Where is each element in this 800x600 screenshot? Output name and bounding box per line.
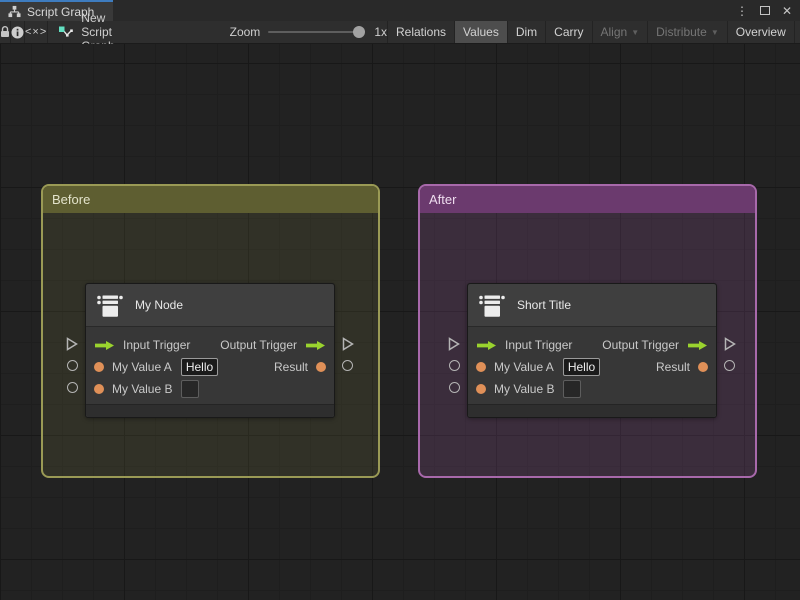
toolbar-right-buttons: Relations Values Dim Carry Align ▼ Distr… bbox=[387, 21, 800, 43]
value-port-dot-icon[interactable] bbox=[476, 384, 486, 394]
values-label: Values bbox=[463, 25, 499, 39]
unit-icon bbox=[478, 291, 506, 319]
relations-button[interactable]: Relations bbox=[387, 21, 454, 43]
align-dropdown[interactable]: Align ▼ bbox=[591, 21, 648, 43]
code-icon: <×> bbox=[25, 26, 48, 38]
overview-button[interactable]: Overview bbox=[726, 21, 794, 43]
value-a-port-icon[interactable] bbox=[67, 360, 78, 371]
trigger-row: Input Trigger Output Trigger bbox=[468, 334, 716, 356]
output-trigger-port-icon[interactable] bbox=[724, 337, 736, 351]
value-b-port-icon[interactable] bbox=[67, 382, 78, 393]
flow-arrow-icon[interactable] bbox=[94, 340, 115, 351]
dim-button[interactable]: Dim bbox=[506, 21, 545, 43]
output-trigger-label: Output Trigger bbox=[602, 338, 679, 352]
distribute-dropdown[interactable]: Distribute ▼ bbox=[647, 21, 727, 43]
maximize-icon[interactable] bbox=[759, 6, 770, 15]
unity-script-graph-window: Script Graph ⋮ ✕ <×> New Script Zoom 1x … bbox=[0, 0, 800, 600]
value-port-dot-icon[interactable] bbox=[316, 362, 326, 372]
value-b-input[interactable] bbox=[563, 380, 582, 398]
chevron-down-icon: ▼ bbox=[631, 27, 640, 37]
trigger-row: Input Trigger Output Trigger bbox=[86, 334, 334, 356]
graph-toolbar: <×> New Script Graph Zoom 1x Relations bbox=[0, 11, 800, 53]
input-trigger-port-icon[interactable] bbox=[66, 337, 78, 351]
input-trigger-port-icon[interactable] bbox=[448, 337, 460, 351]
carry-label: Carry bbox=[554, 25, 584, 39]
node-footer bbox=[86, 404, 334, 417]
node-footer bbox=[468, 404, 716, 417]
lock-icon bbox=[0, 26, 10, 38]
input-trigger-label: Input Trigger bbox=[505, 338, 573, 352]
value-port-dot-icon[interactable] bbox=[94, 362, 104, 372]
unit-icon bbox=[96, 291, 124, 319]
value-b-label: My Value B bbox=[494, 382, 555, 396]
value-port-dot-icon[interactable] bbox=[698, 362, 708, 372]
output-trigger-port-icon[interactable] bbox=[342, 337, 354, 351]
value-a-port-icon[interactable] bbox=[449, 360, 460, 371]
group-before-label: Before bbox=[52, 192, 91, 207]
script-graph-icon bbox=[57, 25, 74, 40]
value-b-row: My Value B bbox=[86, 378, 334, 400]
flow-arrow-icon[interactable] bbox=[687, 340, 708, 351]
value-port-dot-icon[interactable] bbox=[476, 362, 486, 372]
value-b-port-icon[interactable] bbox=[449, 382, 460, 393]
graph-hierarchy-icon bbox=[8, 5, 21, 18]
window-menu-icon[interactable]: ⋮ bbox=[736, 5, 748, 17]
value-a-input[interactable]: Hello bbox=[180, 358, 219, 376]
value-port-dot-icon[interactable] bbox=[94, 384, 104, 394]
value-a-input[interactable]: Hello bbox=[562, 358, 601, 376]
node-my-node[interactable]: My Node Input Trigger Output Trigger My … bbox=[66, 283, 354, 418]
group-after-header[interactable]: After bbox=[420, 186, 755, 213]
result-port-icon[interactable] bbox=[724, 360, 735, 371]
zoom-slider-handle[interactable] bbox=[353, 26, 366, 38]
group-before-header[interactable]: Before bbox=[43, 186, 378, 213]
carry-button[interactable]: Carry bbox=[545, 21, 591, 43]
tab-bar: Script Graph ⋮ ✕ bbox=[0, 0, 800, 21]
value-a-label: My Value A bbox=[494, 360, 554, 374]
chevron-down-icon: ▼ bbox=[710, 27, 719, 37]
lock-button[interactable] bbox=[0, 21, 11, 43]
graph-breadcrumb[interactable]: New Script Graph bbox=[48, 11, 124, 53]
value-b-row: My Value B bbox=[468, 378, 716, 400]
input-trigger-label: Input Trigger bbox=[123, 338, 191, 352]
zoom-value: 1x bbox=[374, 25, 387, 39]
value-a-label: My Value A bbox=[112, 360, 172, 374]
value-b-label: My Value B bbox=[112, 382, 173, 396]
dim-label: Dim bbox=[515, 25, 538, 39]
result-label: Result bbox=[273, 360, 308, 374]
zoom-slider[interactable] bbox=[268, 26, 366, 38]
node-title: Short Title bbox=[517, 298, 572, 312]
close-icon[interactable]: ✕ bbox=[782, 5, 792, 17]
flow-arrow-icon[interactable] bbox=[476, 340, 497, 351]
overview-label: Overview bbox=[735, 25, 786, 39]
value-a-row: My Value A Hello Result bbox=[86, 356, 334, 378]
align-label: Align bbox=[600, 25, 628, 39]
graph-canvas[interactable]: Before After My Node Input Trigger Outpu… bbox=[0, 44, 800, 600]
node-header[interactable]: My Node bbox=[86, 284, 334, 327]
group-after-label: After bbox=[429, 192, 457, 207]
relations-label: Relations bbox=[396, 25, 447, 39]
result-port-icon[interactable] bbox=[342, 360, 353, 371]
info-button[interactable] bbox=[11, 21, 25, 43]
node-short-title[interactable]: Short Title Input Trigger Output Trigger bbox=[448, 283, 736, 418]
distribute-label: Distribute bbox=[656, 25, 707, 39]
fullscreen-button[interactable]: Full Scr bbox=[793, 21, 800, 43]
value-a-row: My Value A Hello Result bbox=[468, 356, 716, 378]
flow-arrow-icon[interactable] bbox=[305, 340, 326, 351]
info-icon bbox=[11, 26, 24, 39]
zoom-label: Zoom bbox=[229, 25, 261, 39]
result-label: Result bbox=[655, 360, 690, 374]
code-preview-button[interactable]: <×> bbox=[25, 21, 49, 43]
tabbar-spacer bbox=[113, 0, 736, 21]
node-header[interactable]: Short Title bbox=[468, 284, 716, 327]
output-trigger-label: Output Trigger bbox=[220, 338, 297, 352]
node-title: My Node bbox=[135, 298, 184, 312]
values-button[interactable]: Values bbox=[454, 21, 507, 43]
value-b-input[interactable] bbox=[181, 380, 200, 398]
